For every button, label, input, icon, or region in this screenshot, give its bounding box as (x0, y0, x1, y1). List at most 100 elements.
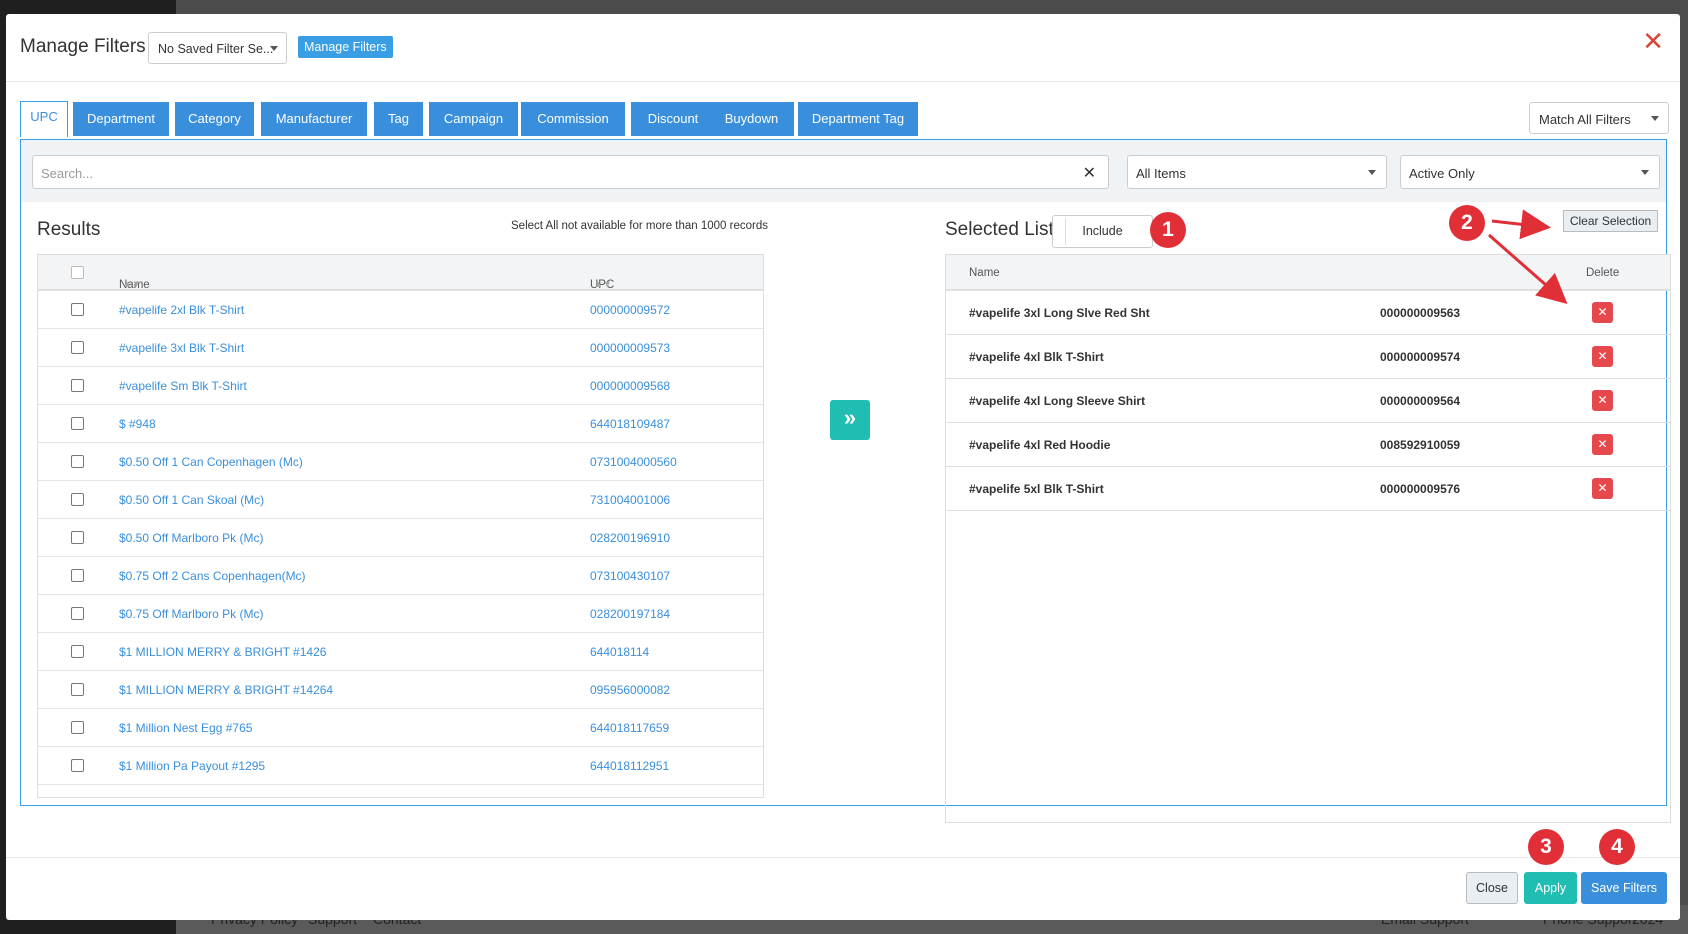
row-checkbox[interactable] (71, 797, 84, 798)
result-name-link[interactable]: $0.50 Off 1 Can Copenhagen (Mc) (119, 455, 303, 469)
delete-icon[interactable]: ✕ (1592, 302, 1613, 323)
table-row[interactable]: $1 Million Pa Payout #1295 644018112951 (38, 747, 763, 785)
result-upc-link[interactable]: 644018114 (590, 645, 649, 659)
search-input[interactable]: Search... ✕ (32, 155, 1109, 189)
result-upc-link[interactable]: 000000009573 (590, 341, 670, 355)
result-upc-link[interactable]: 095956000082 (590, 683, 670, 697)
row-checkbox[interactable] (71, 721, 84, 734)
table-row[interactable]: $0.50 Off 1 Can Copenhagen (Mc) 073100400… (38, 443, 763, 481)
table-row[interactable]: $0.75 Off Marlboro Pk (Mc) 028200197184 (38, 595, 763, 633)
result-upc-link[interactable]: 000000009572 (590, 303, 670, 317)
table-row[interactable]: $0.75 Off 2 Cans Copenhagen(Mc) 073100430… (38, 557, 763, 595)
result-upc-link[interactable]: 028200196910 (590, 531, 670, 545)
selected-row: #vapelife 4xl Red Hoodie 008592910059 ✕ (946, 423, 1670, 467)
table-row[interactable]: $0.50 Off Marlboro Pk (Mc) 028200196910 (38, 519, 763, 557)
move-to-selected-button[interactable]: » (830, 400, 870, 440)
row-checkbox[interactable] (71, 493, 84, 506)
delete-icon[interactable]: ✕ (1592, 346, 1613, 367)
clear-search-icon[interactable]: ✕ (1083, 163, 1096, 183)
tab-tag[interactable]: Tag (374, 102, 423, 136)
row-checkbox[interactable] (71, 379, 84, 392)
caret-down-icon (1368, 170, 1376, 175)
filter-bar: Search... ✕ All Items Active Only (21, 140, 1666, 202)
table-row[interactable]: #vapelife 2xl Blk T-Shirt 000000009572 (38, 291, 763, 329)
manage-filters-button[interactable]: Manage Filters (298, 36, 393, 58)
close-button[interactable]: Close (1466, 872, 1518, 904)
annotation-badge-4: 4 (1599, 829, 1635, 865)
result-upc-link[interactable]: 0731004000560 (590, 455, 677, 469)
result-upc-link[interactable]: 731004001006 (590, 493, 670, 507)
select-all-checkbox[interactable] (71, 266, 84, 279)
result-name-link[interactable]: #vapelife Sm Blk T-Shirt (119, 379, 247, 393)
result-name-link[interactable]: $1 Million Pa Payout #1295 (119, 759, 265, 773)
row-checkbox[interactable] (71, 455, 84, 468)
result-upc-link[interactable]: 073100430107 (590, 569, 670, 583)
modal-footer: Close Apply Save Filters (6, 857, 1680, 920)
result-upc-link[interactable]: 028200197184 (590, 607, 670, 621)
tab-department[interactable]: Department (73, 102, 169, 136)
row-checkbox[interactable] (71, 645, 84, 658)
clear-selection-button[interactable]: Clear Selection (1563, 210, 1658, 232)
table-row[interactable]: $1 MILLION MERRY & BRIGHT #1426 644018114 (38, 633, 763, 671)
row-checkbox[interactable] (71, 341, 84, 354)
result-name-link[interactable]: $0.50 Off 1 Can Skoal (Mc) (119, 493, 264, 507)
tab-campaign[interactable]: Campaign (429, 102, 518, 136)
result-name-link[interactable]: $1 Million Pa Payout #1295 (119, 797, 265, 798)
result-name-link[interactable]: $1 Million Nest Egg #765 (119, 721, 252, 735)
items-select-value: All Items (1136, 166, 1186, 181)
filter-panel: Search... ✕ All Items Active Only Result… (20, 139, 1671, 823)
row-checkbox[interactable] (71, 759, 84, 772)
delete-icon[interactable]: ✕ (1592, 478, 1613, 499)
apply-button[interactable]: Apply (1524, 872, 1577, 904)
modal-header: Manage Filters No Saved Filter Se... Man… (6, 14, 1680, 82)
row-checkbox[interactable] (71, 683, 84, 696)
result-name-link[interactable]: $0.50 Off Marlboro Pk (Mc) (119, 531, 264, 545)
row-checkbox[interactable] (71, 303, 84, 316)
annotation-badge-1: 1 (1150, 212, 1186, 248)
result-name-link[interactable]: $1 MILLION MERRY & BRIGHT #14264 (119, 683, 333, 697)
row-checkbox[interactable] (71, 531, 84, 544)
status-select[interactable]: Active Only (1400, 155, 1660, 189)
result-upc-link[interactable]: 546745675565 (590, 797, 670, 798)
table-row[interactable]: $1 Million Nest Egg #765 644018117659 (38, 709, 763, 747)
table-row[interactable]: $0.50 Off 1 Can Skoal (Mc) 731004001006 (38, 481, 763, 519)
result-name-link[interactable]: #vapelife 2xl Blk T-Shirt (119, 303, 244, 317)
result-name-link[interactable]: $1 MILLION MERRY & BRIGHT #1426 (119, 645, 326, 659)
table-row[interactable]: $1 MILLION MERRY & BRIGHT #14264 09595600… (38, 671, 763, 709)
tab-discount[interactable]: Discount (631, 102, 715, 136)
tab-buydown[interactable]: Buydown (709, 102, 794, 136)
include-toggle[interactable]: Include (1052, 215, 1153, 248)
result-upc-link[interactable]: 644018109487 (590, 417, 670, 431)
result-name-link[interactable]: $0.75 Off 2 Cans Copenhagen(Mc) (119, 569, 306, 583)
table-row[interactable]: $ #948 644018109487 (38, 405, 763, 443)
table-row[interactable]: $1 Million Pa Payout #1295 546745675565 (38, 785, 763, 798)
selected-item-upc: 000000009563 (1380, 306, 1461, 320)
result-name-link[interactable]: #vapelife 3xl Blk T-Shirt (119, 341, 244, 355)
table-row[interactable]: #vapelife Sm Blk T-Shirt 000000009568 (38, 367, 763, 405)
table-row[interactable]: #vapelife 3xl Blk T-Shirt 000000009573 (38, 329, 763, 367)
tab-upc[interactable]: UPC (20, 101, 68, 137)
selected-item-name: #vapelife 4xl Long Sleeve Shirt (969, 394, 1146, 408)
tab-department-tag[interactable]: Department Tag (798, 102, 918, 136)
row-checkbox[interactable] (71, 417, 84, 430)
row-checkbox[interactable] (71, 607, 84, 620)
items-select[interactable]: All Items (1127, 155, 1387, 189)
tab-commission[interactable]: Commission (521, 102, 625, 136)
result-upc-link[interactable]: 644018117659 (590, 721, 669, 735)
close-icon[interactable]: ✕ (1642, 28, 1664, 54)
match-filters-select[interactable]: Match All Filters (1529, 102, 1669, 134)
saved-filter-select[interactable]: No Saved Filter Se... (148, 32, 287, 64)
selected-list-title: Selected List (945, 219, 1054, 240)
tab-manufacturer[interactable]: Manufacturer (261, 102, 367, 136)
sort-icon: ▲▼ (123, 279, 141, 289)
save-filters-button[interactable]: Save Filters (1581, 872, 1667, 904)
result-name-link[interactable]: $0.75 Off Marlboro Pk (Mc) (119, 607, 264, 621)
result-upc-link[interactable]: 000000009568 (590, 379, 670, 393)
result-upc-link[interactable]: 644018112951 (590, 759, 669, 773)
tab-category[interactable]: Category (175, 102, 254, 136)
delete-icon[interactable]: ✕ (1592, 434, 1613, 455)
selected-item-name: #vapelife 5xl Blk T-Shirt (969, 482, 1104, 496)
result-name-link[interactable]: $ #948 (119, 417, 156, 431)
row-checkbox[interactable] (71, 569, 84, 582)
delete-icon[interactable]: ✕ (1592, 390, 1613, 411)
